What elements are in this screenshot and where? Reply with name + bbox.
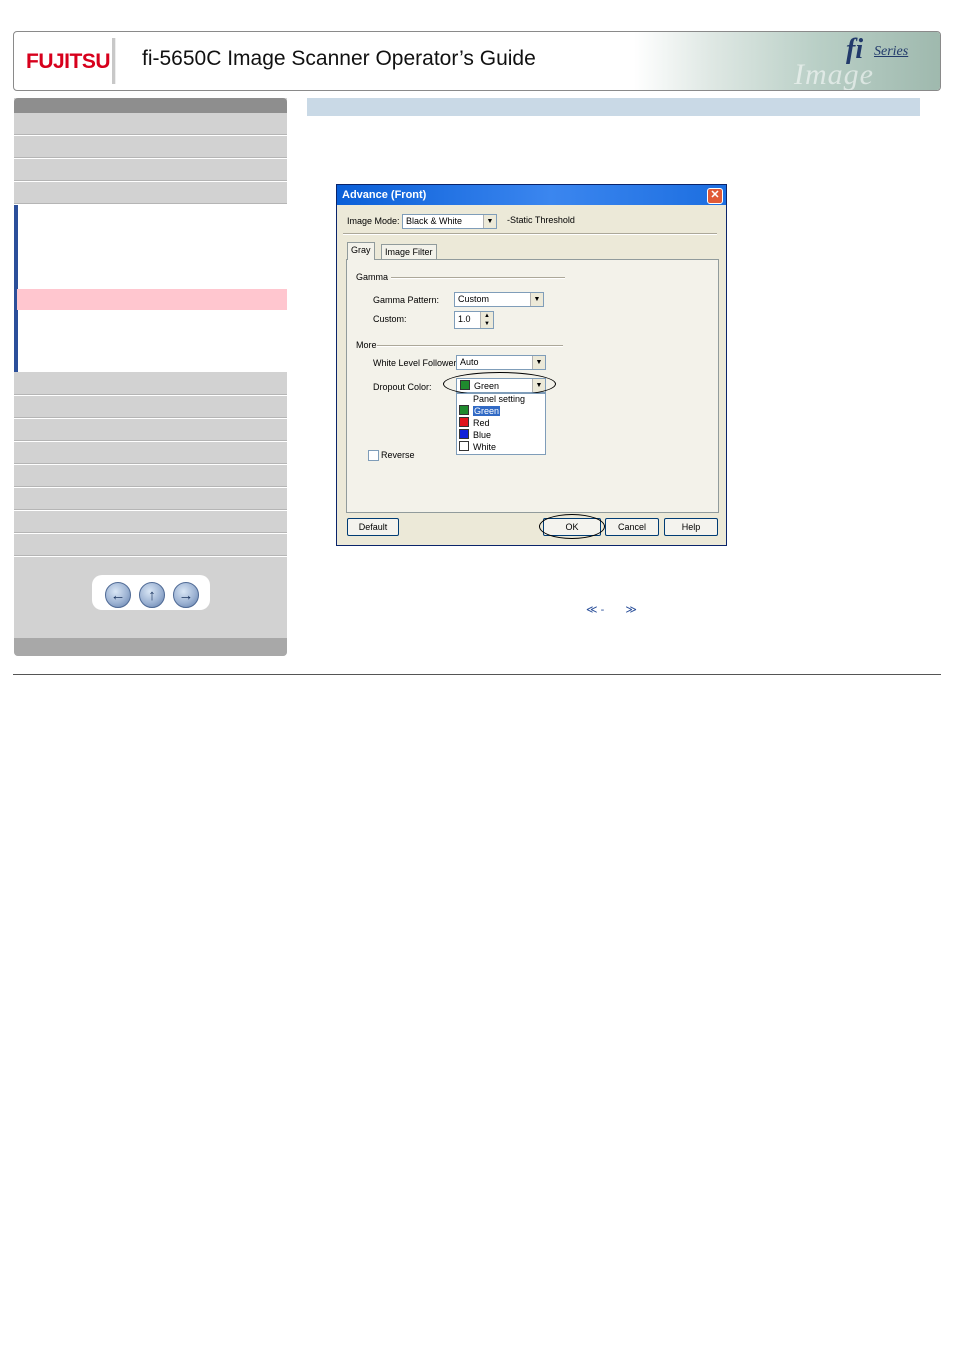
sidebar-item-7[interactable]: [14, 419, 287, 442]
sidebar-item-8[interactable]: [14, 442, 287, 465]
image-mode-select[interactable]: Black & White ▼: [402, 214, 497, 229]
default-button[interactable]: Default: [347, 518, 399, 536]
chevron-down-icon: ▼: [530, 293, 543, 306]
pager: ≪ - ≫: [586, 603, 637, 616]
sidebar-header: [14, 98, 287, 113]
sidebar-item-4[interactable]: [14, 182, 287, 205]
gamma-group-label: Gamma: [356, 272, 389, 282]
custom-label: Custom:: [373, 314, 407, 324]
page-header: FUJITSU fi-5650C Image Scanner Operator’…: [13, 31, 941, 91]
dialog-title: Advance (Front): [342, 189, 427, 201]
tab-gray[interactable]: Gray: [347, 242, 375, 260]
content-heading-bar: [307, 98, 920, 116]
previous-page-button[interactable]: ←: [105, 582, 131, 608]
image-mode-label: Image Mode:: [347, 216, 400, 226]
gamma-pattern-value: Custom: [458, 294, 490, 304]
sidebar-item-5[interactable]: [14, 373, 287, 396]
close-icon[interactable]: ✕: [707, 188, 723, 204]
white-level-follower-select[interactable]: Auto ▼: [456, 355, 546, 370]
tab-panel-gray: Gamma Gamma Pattern: Custom ▼ Custom: 1.…: [346, 259, 719, 513]
sidebar-current-item[interactable]: [17, 289, 287, 310]
series-mark: fi: [846, 34, 864, 65]
dialog-titlebar: Advance (Front) ✕: [337, 185, 726, 205]
dropout-option-blue[interactable]: Blue: [459, 429, 545, 441]
dropout-option-green[interactable]: Green: [459, 405, 545, 417]
blue-swatch-icon: [459, 429, 469, 439]
sidebar-item-12[interactable]: [14, 534, 287, 557]
gamma-group-line: [391, 277, 565, 279]
dropout-color-label: Dropout Color:: [373, 382, 432, 392]
white-level-follower-value: Auto: [460, 357, 479, 367]
series-banner: Image Scanner fi Series: [634, 32, 940, 90]
fujitsu-logo: FUJITSU: [26, 50, 111, 73]
help-button[interactable]: Help: [664, 518, 718, 536]
dropout-color-listbox[interactable]: Panel setting Green Red Blue White: [456, 393, 546, 455]
arrow-left-icon: ←: [110, 586, 126, 604]
arrow-right-icon: →: [178, 586, 194, 604]
arrow-up-icon: ↑: [148, 586, 156, 604]
gamma-pattern-label: Gamma Pattern:: [373, 295, 440, 305]
dropout-option-panel-setting[interactable]: Panel setting: [459, 393, 545, 405]
spin-down-icon[interactable]: ▼: [480, 320, 493, 328]
sidebar-item-11[interactable]: [14, 511, 287, 534]
sidebar-item-3[interactable]: [14, 159, 287, 182]
previous-link[interactable]: ≪ -: [586, 604, 604, 616]
sidebar-item-2[interactable]: [14, 136, 287, 159]
reverse-label: Reverse: [381, 450, 415, 460]
dialog-separator: [343, 233, 717, 235]
image-mode-value: Black & White: [406, 216, 463, 226]
next-page-button[interactable]: →: [173, 582, 199, 608]
advance-front-dialog: Advance (Front) ✕ Image Mode: Black & Wh…: [336, 184, 727, 546]
up-page-button[interactable]: ↑: [139, 582, 165, 608]
white-swatch-icon: [459, 441, 469, 451]
tab-image-filter[interactable]: Image Filter: [381, 244, 437, 260]
callout-ellipse-ok: [539, 514, 605, 539]
header-divider: [112, 38, 116, 84]
more-group-line: [377, 345, 563, 347]
more-group-label: More: [356, 340, 377, 350]
chevron-down-icon: ▼: [532, 356, 545, 369]
sidebar-item-6[interactable]: [14, 396, 287, 419]
white-level-follower-label: White Level Follower:: [373, 358, 460, 368]
static-threshold-label: -Static Threshold: [507, 215, 575, 225]
page-title: fi-5650C Image Scanner Operator’s Guide: [142, 47, 536, 70]
series-word: Series: [874, 44, 909, 59]
red-swatch-icon: [459, 417, 469, 427]
sidebar-item-10[interactable]: [14, 488, 287, 511]
dropout-option-white[interactable]: White: [459, 441, 545, 453]
gamma-pattern-select[interactable]: Custom ▼: [454, 292, 544, 307]
cancel-button[interactable]: Cancel: [605, 518, 659, 536]
next-link[interactable]: ≫: [625, 604, 637, 616]
reverse-checkbox[interactable]: [368, 450, 379, 461]
sidebar-item-1[interactable]: [14, 113, 287, 136]
custom-gamma-spinner[interactable]: 1.0 ▲ ▼: [454, 311, 494, 329]
dropout-option-red[interactable]: Red: [459, 417, 545, 429]
footer-divider: [13, 674, 941, 675]
sidebar-footer: [14, 638, 287, 656]
custom-gamma-value: 1.0: [458, 314, 471, 324]
banner-watermark: Image Scanner: [794, 58, 874, 91]
chevron-down-icon: ▼: [483, 215, 496, 228]
sidebar-nav: ← ↑ →: [14, 98, 287, 656]
sidebar-item-9[interactable]: [14, 465, 287, 488]
spin-up-icon[interactable]: ▲: [480, 312, 493, 320]
green-swatch-icon: [459, 405, 469, 415]
